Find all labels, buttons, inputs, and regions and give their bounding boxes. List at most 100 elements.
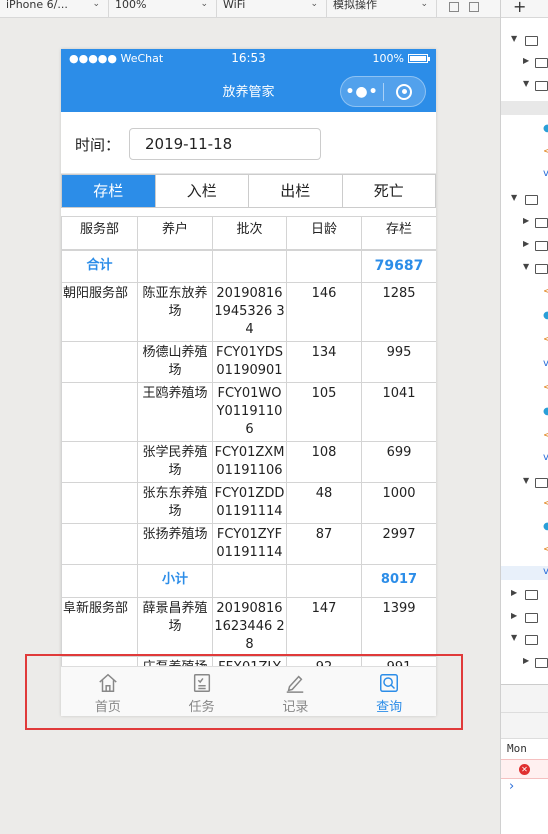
tree-file[interactable]: < [501,430,548,444]
table-row: 阜新服务部 薛景昌养殖场 201908161623446 28 147 1399 [61,597,436,657]
tab-in[interactable]: 入栏 [156,175,249,207]
tree-folder[interactable]: ▼ [501,79,548,93]
stock-cell: 1285 [361,282,436,342]
folder-icon [535,218,548,228]
search-icon [380,674,399,692]
tree-file[interactable]: < [501,498,548,512]
tabbar-query-label: 查询 [376,700,403,715]
batch-cell: FCY01WOY01191106 [212,382,287,442]
more-dots-icon[interactable]: •●• [341,84,383,100]
window-icon[interactable] [469,2,479,12]
tree-file[interactable]: v [501,452,548,466]
tree-folder[interactable]: ▶ [501,656,548,670]
folder-icon [535,264,548,274]
folder-icon [525,195,538,205]
tabbar-task[interactable]: 任务 [155,667,249,716]
stock-cell: 1041 [361,382,436,442]
farm-cell: 庄磊养殖场 [137,656,213,666]
zoom-select[interactable]: 100% ⌄ [109,0,217,18]
tree-file[interactable]: < [501,286,548,300]
tree-folder[interactable]: ▶ [501,588,548,602]
folder-icon [535,81,548,91]
stock-cell: 991 [361,656,436,666]
column-header: 存栏 [361,216,436,251]
batch-cell: FCY01YDS01190901 [212,341,287,383]
farm-cell: 张东东养殖场 [137,482,213,524]
tab-stock[interactable]: 存栏 [62,175,156,207]
tree-folder[interactable]: ▶ [501,611,548,625]
tree-folder[interactable]: ▼ [501,262,548,276]
console-prompt[interactable]: › [501,779,548,794]
network-select-value: WiFi [223,0,246,11]
batch-cell: FCY01ZYF01191114 [212,523,287,565]
tree-file[interactable]: < [501,382,548,396]
tree-folder[interactable]: ▼ [501,34,548,48]
console-panel: Mon ✕ › [501,684,548,834]
stock-cell: 1399 [361,597,436,657]
inspect-icon[interactable] [501,685,548,713]
date-picker[interactable]: 2019-11-18 [129,128,321,160]
tabbar-home[interactable]: 首页 [61,667,155,716]
tab-death[interactable]: 死亡 [343,175,436,207]
age-cell: 87 [286,523,362,565]
folder-icon [535,658,548,668]
stock-table-container[interactable]: 服务部 养户 批次 日龄 存栏 合计 79687 朝阳服务部 陈亚东放养场 20… [61,216,436,666]
device-select-value: iPhone 6/... [6,0,68,11]
task-list-icon [193,674,210,692]
device-select[interactable]: iPhone 6/... ⌄ [0,0,109,18]
batch-cell: 201908161623446 28 [212,597,287,657]
table-row: 朝阳服务部 陈亚东放养场 201908161945326 34 146 1285 [61,282,436,342]
tree-file[interactable]: ● [501,521,548,535]
tree-folder[interactable]: ▼ [501,633,548,647]
tab-bar-top: 存栏 入栏 出栏 死亡 [61,174,436,208]
tabbar-record-label: 记录 [282,700,309,715]
status-bar: ●●●●● WeChat 16:53 100% [61,49,436,69]
column-header: 批次 [212,216,287,251]
tree-file[interactable]: v [501,566,548,580]
stock-table: 服务部 养户 批次 日龄 存栏 合计 79687 朝阳服务部 陈亚东放养场 20… [61,216,436,666]
age-cell: 108 [286,441,362,483]
tree-file[interactable]: v [501,168,548,182]
tree-folder[interactable]: ▶ [501,216,548,230]
batch-cell: FCY01ZXM01191106 [212,441,287,483]
farm-cell: 王鸥养殖场 [137,382,213,442]
add-icon[interactable]: + [501,0,548,18]
tree-file[interactable]: ● [501,123,548,137]
tree-file[interactable]: < [501,544,548,558]
simulate-select[interactable]: 模拟操作 ⌄ [327,0,437,18]
total-value: 79687 [361,249,436,283]
volume-icon[interactable] [449,2,459,12]
total-row: 合计 79687 [61,249,436,283]
table-row: 王鸥养殖场 FCY01WOY01191106 105 1041 [61,382,436,442]
tree-file-selected[interactable] [501,101,548,115]
console-error-row[interactable]: ✕ [501,759,548,779]
tree-file[interactable]: < [501,334,548,348]
tree-folder[interactable]: ▼ [501,476,548,490]
table-row: 庄磊养殖场 FFX01ZLY01191105 92 991 [61,656,436,666]
tabbar-query[interactable]: 查询 [342,667,436,716]
nav-bar: 放养管家 •●• [61,69,436,112]
error-icon: ✕ [519,764,530,775]
tree-file[interactable]: < [501,146,548,160]
tabbar-record[interactable]: 记录 [249,667,343,716]
tree-file[interactable]: ● [501,406,548,420]
simulate-select-value: 模拟操作 [333,0,377,11]
close-target-icon[interactable] [384,83,425,100]
tab-out[interactable]: 出栏 [249,175,343,207]
tree-file[interactable]: v [501,358,548,372]
tree-folder[interactable]: ▶ [501,56,548,70]
dept-cell: 阜新服务部 [61,597,138,657]
phone-screen: ●●●●● WeChat 16:53 100% 放养管家 •●• 时间： 201… [61,49,436,716]
tree-folder[interactable]: ▶ [501,239,548,253]
network-select[interactable]: WiFi ⌄ [217,0,327,18]
table-row: 张东东养殖场 FCY01ZDD01191114 48 1000 [61,482,436,524]
console-toolbar[interactable] [501,713,548,739]
tree-file[interactable]: ● [501,310,548,324]
date-filter: 时间： 2019-11-18 [61,112,436,174]
farm-cell: 张学民养殖场 [137,441,213,483]
table-row: 张学民养殖场 FCY01ZXM01191106 108 699 [61,441,436,483]
subtotal-label: 小计 [137,564,213,598]
tree-folder[interactable]: ▼ [501,193,548,207]
total-label: 合计 [61,249,138,283]
age-cell: 92 [286,656,362,666]
